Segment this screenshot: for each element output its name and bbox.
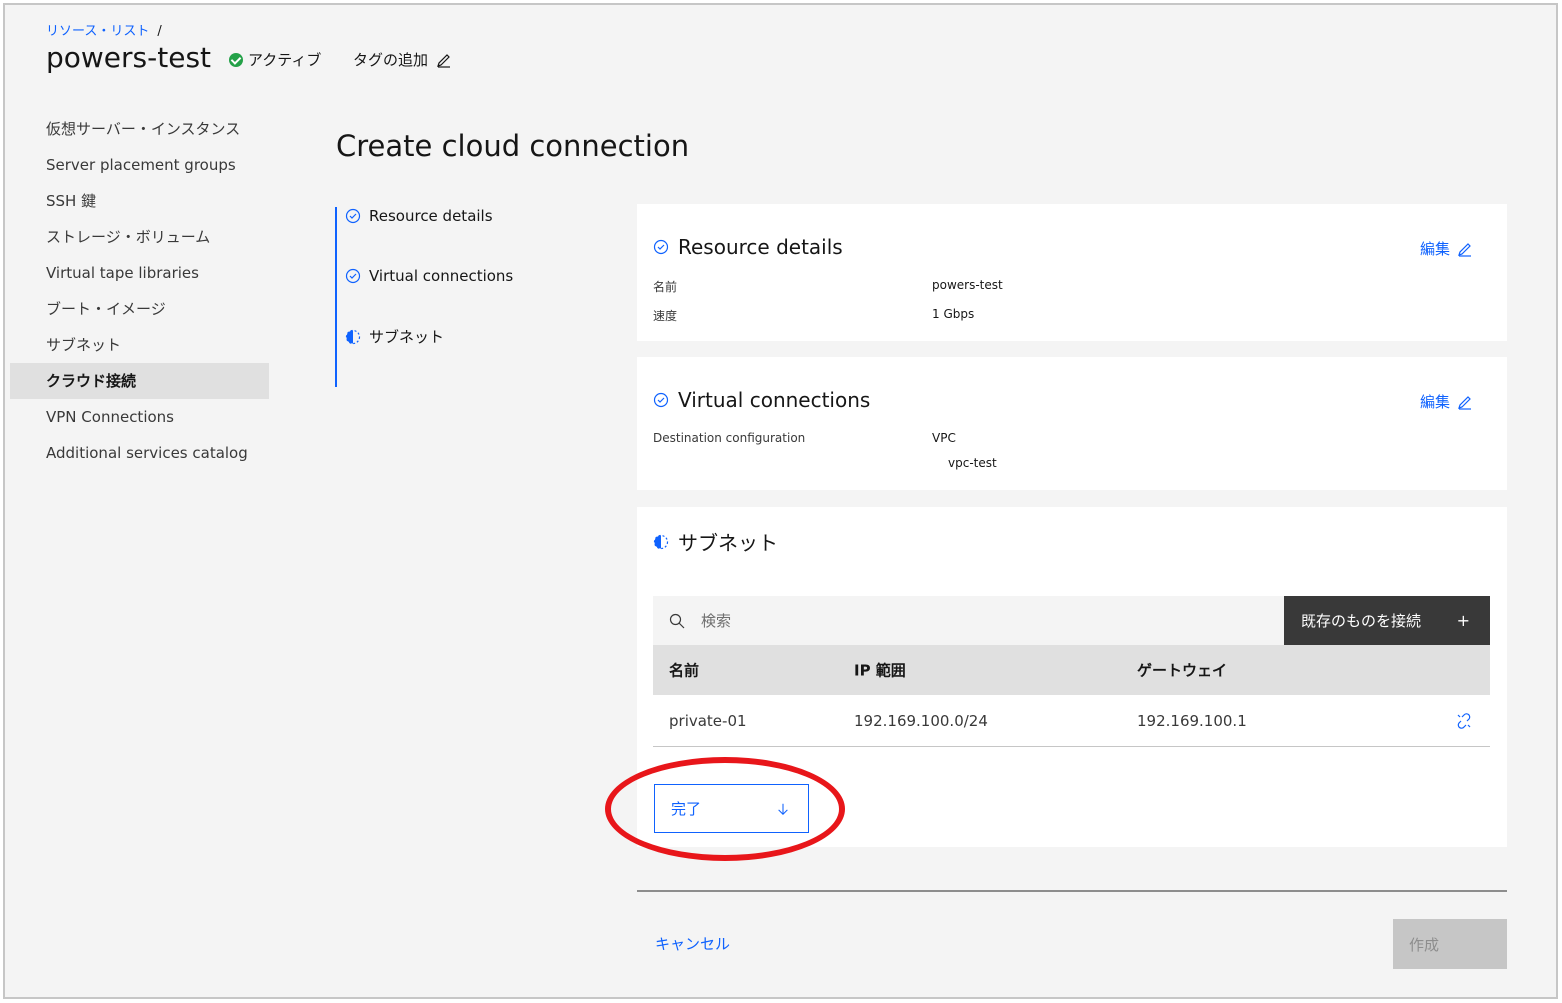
column-header-ip-range[interactable]: IP 範囲 bbox=[854, 660, 906, 681]
connect-existing-button[interactable]: 既存のものを接続 + bbox=[1284, 596, 1490, 645]
step-resource-details[interactable]: Resource details bbox=[345, 207, 493, 225]
sidebar-item-cloud-connections[interactable]: クラウド接続 bbox=[10, 363, 269, 399]
subnet-ip-range-cell: 192.169.100.0/24 bbox=[854, 711, 988, 730]
create-title: Create cloud connection bbox=[336, 129, 690, 163]
sidebar-item-storage-volumes[interactable]: ストレージ・ボリューム bbox=[10, 219, 269, 255]
edit-virtual-connections-link[interactable]: 編集 bbox=[1420, 391, 1473, 412]
breadcrumb-link-resource-list[interactable]: リソース・リスト bbox=[46, 24, 149, 39]
incomplete-half-icon bbox=[345, 329, 361, 344]
breadcrumb-separator: / bbox=[157, 24, 162, 39]
footer-divider bbox=[637, 890, 1507, 892]
speed-value: 1 Gbps bbox=[932, 307, 975, 321]
virtual-connections-tile: Virtual connections 編集 Destination confi… bbox=[637, 357, 1507, 490]
pencil-icon bbox=[1458, 395, 1471, 410]
status-label: アクティブ bbox=[248, 51, 322, 69]
subnet-gateway-cell: 192.169.100.1 bbox=[1137, 711, 1247, 730]
sidebar-item-additional-services-catalog[interactable]: Additional services catalog bbox=[10, 435, 269, 471]
resource-details-tile: Resource details 編集 名前 powers-test 速度 1 … bbox=[637, 204, 1507, 341]
step-label: サブネット bbox=[369, 328, 445, 346]
tile-heading-text: Virtual connections bbox=[678, 388, 871, 412]
table-header: 名前 IP 範囲 ゲートウェイ bbox=[653, 645, 1490, 695]
checkmark-filled-icon bbox=[229, 52, 243, 67]
checkmark-outline-icon bbox=[653, 392, 669, 408]
column-header-gateway[interactable]: ゲートウェイ bbox=[1137, 660, 1227, 681]
speed-label: 速度 bbox=[653, 309, 678, 323]
add-tag-label: タグの追加 bbox=[353, 51, 429, 69]
sidebar-item-subnets[interactable]: サブネット bbox=[10, 327, 269, 363]
page-title: powers-test bbox=[46, 41, 212, 74]
subnet-name-cell: private-01 bbox=[669, 711, 747, 730]
sidebar-item-ssh-keys[interactable]: SSH 鍵 bbox=[10, 183, 269, 219]
step-subnets[interactable]: サブネット bbox=[345, 326, 444, 347]
name-label: 名前 bbox=[653, 280, 678, 294]
tile-heading-text: Resource details bbox=[678, 235, 843, 259]
step-label: Resource details bbox=[369, 207, 493, 225]
add-tag-button[interactable]: タグの追加 bbox=[353, 49, 452, 70]
connect-existing-label: 既存のものを接続 bbox=[1301, 612, 1422, 630]
sidebar-item-server-placement-groups[interactable]: Server placement groups bbox=[10, 147, 269, 183]
pencil-icon bbox=[437, 53, 451, 68]
edit-label: 編集 bbox=[1419, 240, 1450, 258]
subnets-heading: サブネット bbox=[653, 527, 778, 556]
incomplete-half-icon bbox=[653, 534, 669, 549]
destination-vpc-name: vpc-test bbox=[948, 456, 997, 470]
table-search bbox=[653, 596, 1283, 645]
tile-heading-text: サブネット bbox=[678, 531, 778, 555]
done-button[interactable]: 完了 bbox=[654, 784, 809, 833]
arrow-down-icon bbox=[778, 803, 788, 815]
column-header-name[interactable]: 名前 bbox=[669, 660, 699, 681]
cancel-button[interactable]: キャンセル bbox=[655, 933, 730, 954]
search-input[interactable] bbox=[701, 611, 1261, 630]
search-icon bbox=[669, 613, 685, 628]
app-frame: リソース・リスト / powers-test アクティブ タグの追加 仮想サーバー… bbox=[3, 3, 1558, 999]
subnets-table: 既存のものを接続 + 名前 IP 範囲 ゲートウェイ private-01 19… bbox=[653, 596, 1490, 747]
table-row: private-01 192.169.100.0/24 192.169.100.… bbox=[653, 695, 1490, 747]
pencil-icon bbox=[1458, 242, 1471, 257]
edit-label: 編集 bbox=[1419, 393, 1450, 411]
resource-details-heading: Resource details bbox=[653, 235, 843, 259]
sidebar-item-boot-images[interactable]: ブート・イメージ bbox=[10, 291, 269, 327]
sidebar-item-virtual-server-instances[interactable]: 仮想サーバー・インスタンス bbox=[10, 111, 269, 147]
sidebar-item-virtual-tape-libraries[interactable]: Virtual tape libraries bbox=[10, 255, 269, 291]
edit-resource-details-link[interactable]: 編集 bbox=[1420, 238, 1473, 259]
virtual-connections-heading: Virtual connections bbox=[653, 388, 870, 412]
status-badge: アクティブ bbox=[229, 49, 321, 70]
checkmark-outline-icon bbox=[653, 239, 669, 255]
breadcrumb: リソース・リスト / bbox=[46, 20, 162, 39]
destination-configuration-value: VPC bbox=[932, 431, 956, 445]
progress-indicator: Resource details Virtual connections サブネ… bbox=[335, 207, 615, 387]
checkmark-outline-icon bbox=[345, 208, 361, 224]
add-icon: + bbox=[1456, 611, 1470, 630]
destination-configuration-label: Destination configuration bbox=[653, 431, 806, 445]
done-label: 完了 bbox=[671, 800, 702, 818]
step-virtual-connections[interactable]: Virtual connections bbox=[345, 267, 513, 285]
step-label: Virtual connections bbox=[369, 267, 514, 285]
name-value: powers-test bbox=[932, 278, 1003, 292]
unlink-icon[interactable] bbox=[1456, 712, 1472, 729]
create-button[interactable]: 作成 bbox=[1393, 919, 1507, 969]
table-toolbar: 既存のものを接続 + bbox=[653, 596, 1490, 645]
side-nav: 仮想サーバー・インスタンス Server placement groups SS… bbox=[10, 111, 269, 471]
sidebar-item-vpn-connections[interactable]: VPN Connections bbox=[10, 399, 269, 435]
checkmark-outline-icon bbox=[345, 268, 361, 284]
